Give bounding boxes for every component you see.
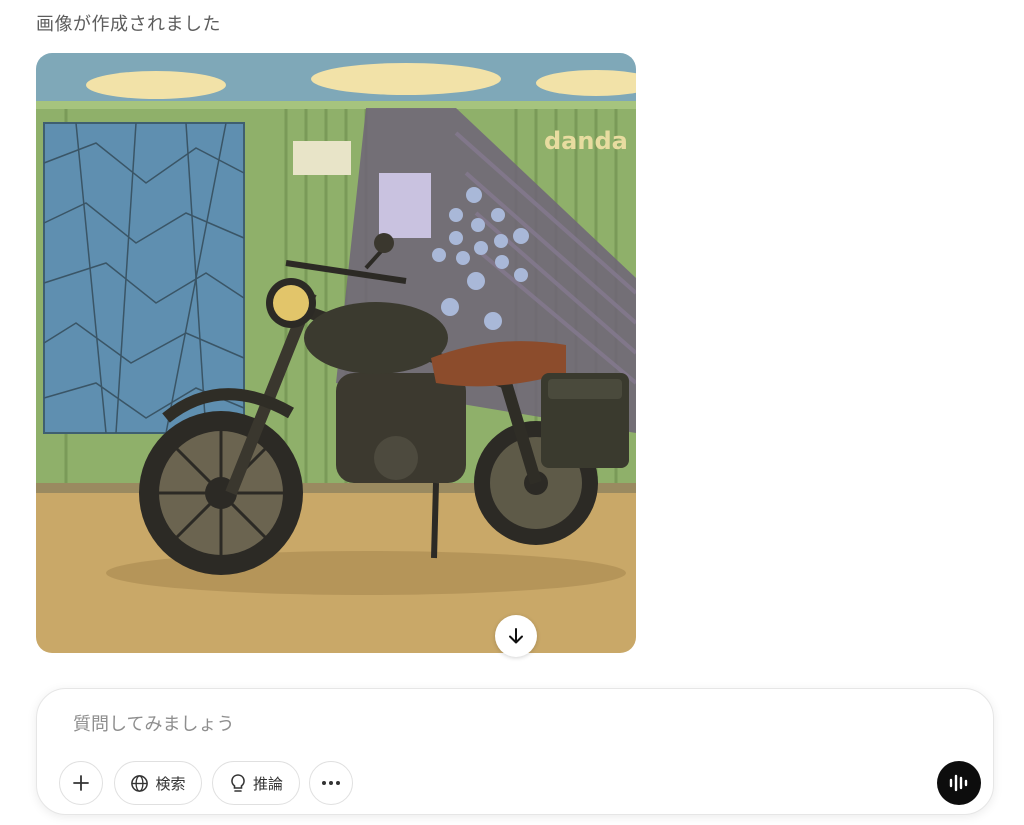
- image-created-status: 画像が作成されました: [36, 14, 221, 35]
- wall-graffiti-text: danda: [544, 127, 628, 155]
- more-icon: [321, 780, 341, 786]
- globe-icon: [130, 774, 149, 793]
- arrow-down-icon: [507, 627, 525, 645]
- download-button[interactable]: [495, 615, 537, 657]
- lightbulb-icon: [229, 773, 247, 793]
- voice-mode-button[interactable]: [937, 761, 981, 805]
- reason-button-label: 推論: [252, 774, 283, 793]
- reason-button[interactable]: 推論: [212, 761, 300, 805]
- message-composer: 検索 推論: [36, 688, 994, 815]
- generated-image[interactable]: danda: [36, 53, 636, 653]
- add-attachment-button[interactable]: [59, 761, 103, 805]
- prompt-input[interactable]: [71, 709, 895, 739]
- more-options-button[interactable]: [309, 761, 353, 805]
- chat-page: 画像が作成されました danda 質問してみましょう 検索 推論: [0, 0, 1024, 825]
- search-button[interactable]: 検索: [114, 761, 202, 805]
- search-button-label: 検索: [155, 774, 186, 793]
- plus-icon: [72, 774, 90, 792]
- voice-mode-icon: [948, 773, 970, 793]
